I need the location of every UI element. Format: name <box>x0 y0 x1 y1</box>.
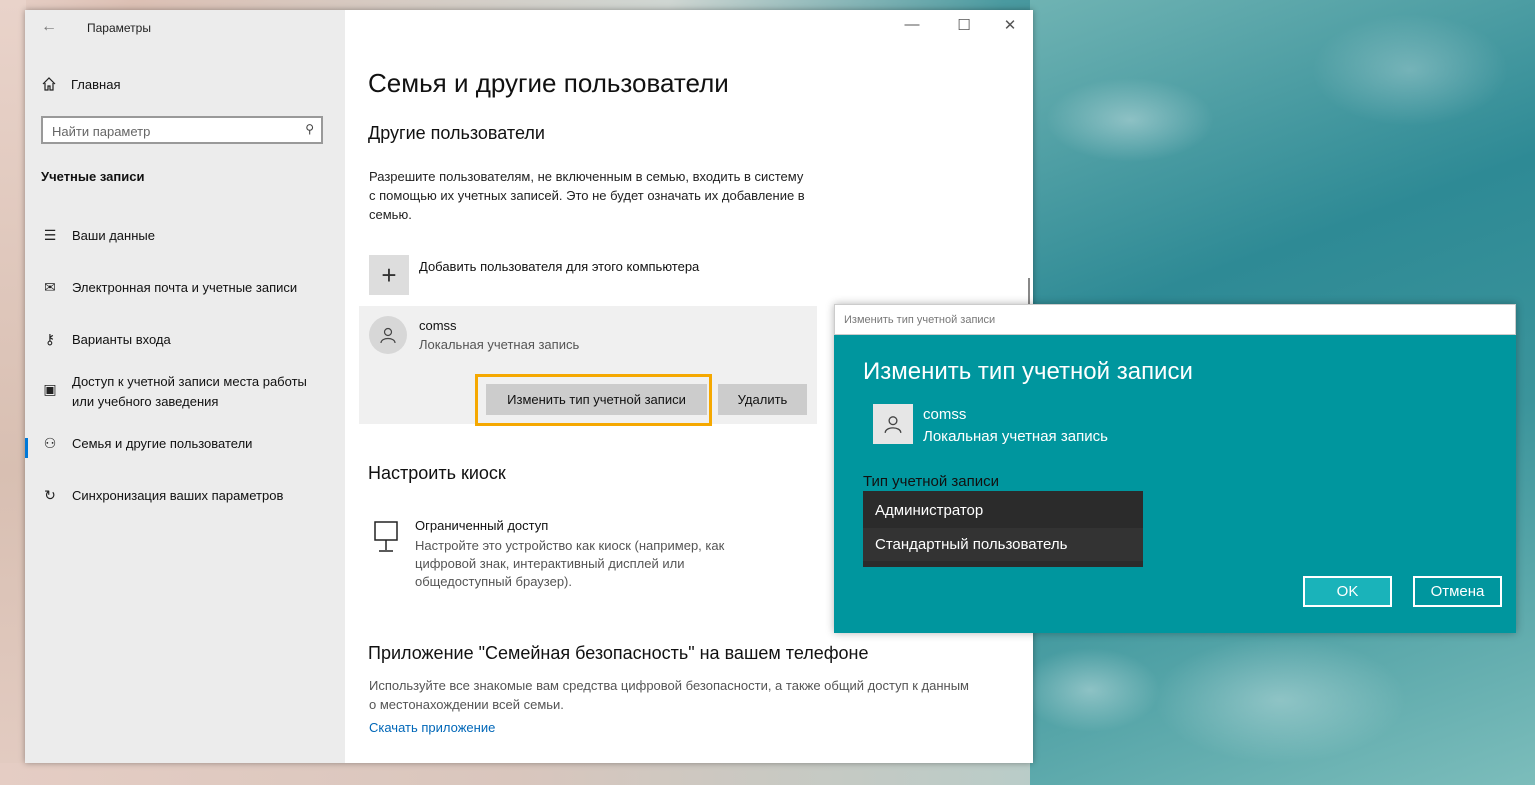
ok-button[interactable]: OK <box>1303 576 1392 607</box>
section-label: Учетные записи <box>41 169 145 184</box>
sidebar-item-sign-in-options[interactable]: ⚷ Варианты входа <box>25 322 345 358</box>
user-avatar-icon <box>369 316 407 354</box>
dialog-user-name: comss <box>923 406 967 423</box>
account-type-label: Тип учетной записи <box>863 473 999 490</box>
other-users-heading: Другие пользователи <box>368 123 545 143</box>
add-user-label: Добавить пользователя для этого компьюте… <box>419 258 700 274</box>
sidebar-item-label: Синхронизация ваших параметров <box>72 488 284 503</box>
search-icon[interactable]: ⚲ <box>305 122 314 136</box>
sidebar-item-your-info[interactable]: ☰ Ваши данные <box>25 218 345 254</box>
change-account-type-button[interactable]: Изменить тип учетной записи <box>486 384 707 415</box>
delete-user-button[interactable]: Удалить <box>718 384 807 415</box>
sidebar-item-label: Доступ к учетной записи места работы или… <box>72 374 307 409</box>
person-add-icon: ⚇ <box>43 435 57 451</box>
sidebar-item-label: Варианты входа <box>72 332 171 347</box>
dialog-window-title: Изменить тип учетной записи <box>844 314 996 326</box>
id-card-icon: ☰ <box>43 227 57 243</box>
close-button[interactable]: ✕ <box>995 16 1025 34</box>
user-card[interactable]: comss Локальная учетная запись Изменить … <box>359 306 817 426</box>
minimize-button[interactable]: — <box>897 16 927 33</box>
mail-icon: ✉ <box>44 279 56 295</box>
change-account-type-dialog: Изменить тип учетной записи Изменить тип… <box>834 304 1516 633</box>
nav-home[interactable]: Главная <box>41 76 120 92</box>
nav-home-label: Главная <box>71 76 121 92</box>
home-icon <box>42 77 56 91</box>
dialog-user-type: Локальная учетная запись <box>923 428 1108 445</box>
kiosk-title[interactable]: Ограниченный доступ <box>415 518 548 533</box>
family-app-text: Используйте все знакомые вам средства ци… <box>369 678 969 712</box>
desktop-background-bottom <box>0 763 1030 785</box>
nav-list: ☰ Ваши данные ✉ Электронная почта и учет… <box>25 218 345 514</box>
family-app-heading: Приложение "Семейная безопасность" на ва… <box>368 643 869 663</box>
maximize-button[interactable]: ☐ <box>949 16 979 34</box>
sidebar-item-email-accounts[interactable]: ✉ Электронная почта и учетные записи <box>25 270 345 306</box>
sidebar-item-work-access[interactable]: ▣ Доступ к учетной записи места работы и… <box>25 364 345 420</box>
dialog-titlebar: Изменить тип учетной записи <box>834 304 1516 335</box>
sidebar-item-label: Электронная почта и учетные записи <box>72 280 298 295</box>
sidebar-item-label: Ваши данные <box>72 228 155 243</box>
desktop-background-left <box>0 0 26 785</box>
sidebar-item-label: Семья и другие пользователи <box>72 436 253 451</box>
sync-icon: ↻ <box>44 487 56 503</box>
kiosk-icon[interactable] <box>373 520 399 559</box>
kiosk-desc: Настройте это устройство как киоск (напр… <box>415 538 725 589</box>
other-users-text: Разрешите пользователям, не включенным в… <box>369 169 805 222</box>
user-type: Локальная учетная запись <box>419 337 580 352</box>
add-user-button[interactable]: + Добавить пользователя для этого компью… <box>369 255 699 295</box>
search-box[interactable]: ⚲ <box>41 116 323 144</box>
back-arrow-icon[interactable]: ← <box>41 18 57 36</box>
plus-icon: + <box>369 255 409 295</box>
sidebar-item-family[interactable]: ⚇ Семья и другие пользователи <box>25 426 345 462</box>
option-standard-user[interactable]: Стандартный пользователь <box>863 528 1143 561</box>
cancel-button[interactable]: Отмена <box>1413 576 1502 607</box>
account-type-dropdown[interactable]: Администратор Стандартный пользователь <box>863 491 1143 567</box>
user-avatar-icon <box>873 404 913 444</box>
sidebar-item-sync[interactable]: ↻ Синхронизация ваших параметров <box>25 478 345 514</box>
app-title: Параметры <box>87 21 151 35</box>
page-title: Семья и другие пользователи <box>368 68 729 98</box>
download-app-link[interactable]: Скачать приложение <box>369 720 495 735</box>
kiosk-heading: Настроить киоск <box>368 463 506 483</box>
user-name: comss <box>419 318 457 333</box>
briefcase-icon: ▣ <box>43 381 57 397</box>
search-input[interactable] <box>43 118 304 144</box>
dialog-heading: Изменить тип учетной записи <box>863 358 1193 385</box>
settings-sidebar: ← Параметры Главная ⚲ Учетные записи ☰ В… <box>25 10 345 763</box>
key-icon: ⚷ <box>44 331 56 347</box>
option-administrator[interactable]: Администратор <box>863 494 1143 527</box>
